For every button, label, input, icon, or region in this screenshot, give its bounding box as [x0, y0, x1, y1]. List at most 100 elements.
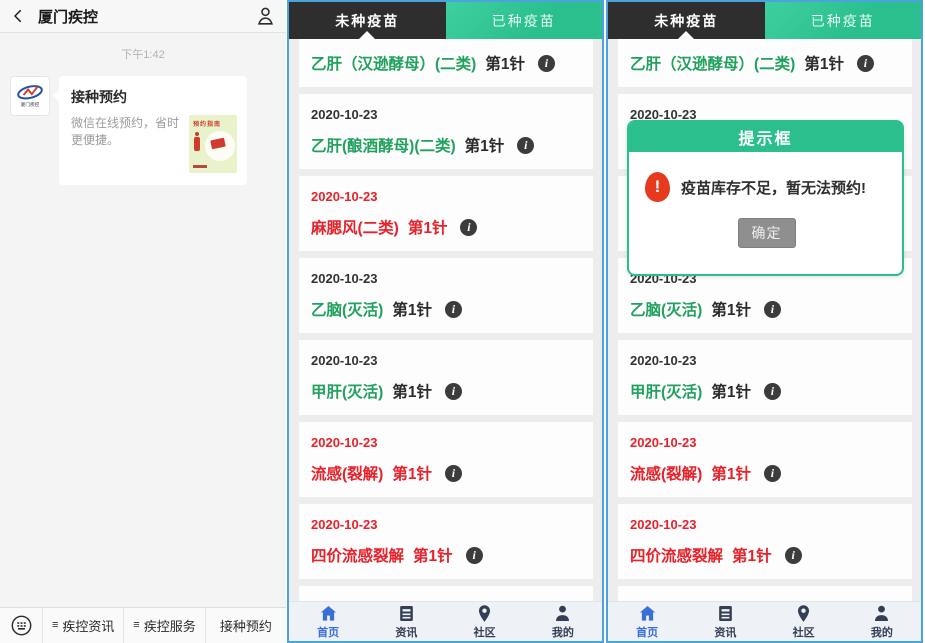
contact-person-icon[interactable] — [254, 5, 276, 27]
vaccine-card[interactable]: 2020-10-23 乙脑(灭活) 第1针 i — [299, 258, 593, 333]
alert-exclamation-icon: ! — [645, 172, 670, 202]
vaccine-name: 四价流感裂解 — [311, 544, 404, 566]
card-title: 接种预约 — [71, 87, 237, 107]
message-timestamp: 下午1:42 — [0, 34, 286, 62]
vaccine-name: 四价流感裂解 — [630, 544, 723, 566]
chat-title: 厦门疾控 — [38, 6, 254, 27]
card-body: 微信在线预约，省时更便捷。 预约指南 — [71, 115, 237, 173]
thumb-text: 预约指南 — [193, 119, 221, 128]
vaccine-card[interactable]: 2020-10-23 四价流感裂解第1针i — [618, 504, 912, 579]
menu-item-vaccination-appointment[interactable]: 接种预约 — [205, 608, 286, 643]
menu-item-cdc-services[interactable]: ≡ 疾控服务 — [123, 608, 204, 643]
vaccine-dose: 第1针 — [392, 462, 432, 484]
info-icon[interactable]: i — [517, 137, 534, 154]
vaccine-name-row: 流感(裂解) 第1针 i — [311, 462, 581, 484]
confirm-button[interactable]: 确定 — [738, 218, 796, 248]
modal-message-row: ! 疫苗库存不足，暂无法预约! — [645, 172, 888, 202]
vaccine-card[interactable]: 乙肝（汉逊酵母）(二类)第1针i — [299, 39, 593, 87]
info-icon[interactable]: i — [764, 465, 781, 482]
nav-label: 首页 — [636, 624, 658, 640]
nav-item-profile[interactable]: 我的 — [843, 604, 921, 640]
nav-item-news[interactable]: 资讯 — [686, 604, 764, 640]
cdc-avatar[interactable]: 厦门疾控 — [10, 76, 50, 116]
nav-item-community[interactable]: 社区 — [446, 604, 524, 640]
vaccine-name-row: 乙脑(灭活) 第1针 i — [311, 298, 581, 320]
nav-item-home[interactable]: 首页 — [608, 604, 686, 640]
location-pin-icon — [475, 604, 494, 623]
vaccine-dose: 第1针 — [711, 380, 751, 402]
nav-item-home[interactable]: 首页 — [289, 604, 367, 640]
thumb-bar — [193, 165, 207, 168]
vaccine-name: 乙肝（汉逊酵母）(二类) — [630, 52, 795, 74]
info-icon[interactable]: i — [764, 383, 781, 400]
vaccine-name-row: 流感(裂解)第1针i — [630, 462, 900, 484]
nav-label: 社区 — [474, 624, 496, 640]
vaccine-name: 甲肝(灭活) — [630, 380, 702, 402]
vaccine-card-partial — [299, 586, 593, 601]
vaccine-card[interactable]: 2020-10-23 流感(裂解)第1针i — [618, 422, 912, 497]
vaccine-name: 乙脑(灭活) — [311, 298, 383, 320]
info-icon[interactable]: i — [460, 219, 477, 236]
cdc-logo-icon: 厦门疾控 — [15, 83, 45, 109]
nav-label: 我的 — [871, 624, 893, 640]
chevron-left-icon — [10, 8, 26, 24]
vaccine-card[interactable]: 2020-10-23麻腮风(二类)第1针i — [299, 176, 593, 251]
vaccine-dose: 第1针 — [465, 134, 505, 156]
person-icon — [872, 604, 891, 623]
bottom-nav: 首页资讯 社区 我的 — [289, 601, 602, 641]
menu-label: 接种预约 — [220, 616, 272, 635]
vaccine-card[interactable]: 2020-10-23四价流感裂解第1针i — [299, 504, 593, 579]
vaccine-dose: 第1针 — [711, 298, 751, 320]
vaccine-name: 流感(裂解) — [311, 462, 383, 484]
submenu-icon: ≡ — [133, 620, 139, 631]
vaccine-date: 2020-10-23 — [311, 106, 581, 124]
vaccine-card[interactable]: 2020-10-23甲肝(灭活)第1针i — [299, 340, 593, 415]
message-row: 厦门疾控 接种预约 微信在线预约，省时更便捷。 预约指南 — [10, 76, 276, 185]
card-subtitle: 微信在线预约，省时更便捷。 — [71, 115, 183, 173]
nav-item-news[interactable]: 资讯 — [367, 604, 445, 640]
info-icon[interactable]: i — [785, 547, 802, 564]
vaccine-card[interactable]: 2020-10-23甲肝(灭活)第1针i — [618, 340, 912, 415]
nav-item-profile[interactable]: 我的 — [524, 604, 602, 640]
tab-vaccinated[interactable]: 已种疫苗 — [765, 2, 922, 39]
vaccine-card[interactable]: 乙肝（汉逊酵母）(二类) 第1针 i — [618, 39, 912, 87]
nav-label: 资讯 — [395, 624, 417, 640]
alert-modal: 提示框 ! 疫苗库存不足，暂无法预约! 确定 — [627, 120, 904, 276]
vaccine-date: 2020-10-23 — [311, 188, 581, 206]
menu-item-cdc-news[interactable]: ≡ 疾控资讯 — [42, 608, 123, 643]
vaccine-name: 流感(裂解) — [630, 462, 702, 484]
news-icon — [716, 604, 735, 623]
info-icon[interactable]: i — [466, 547, 483, 564]
vaccine-name-row: 乙脑(灭活) 第1针 i — [630, 298, 900, 320]
composite-screenshot: 厦门疾控 下午1:42 厦门疾控 接种预约 微信在线预约，省时更便捷 — [0, 0, 925, 643]
nav-item-community[interactable]: 社区 — [765, 604, 843, 640]
vaccine-name: 甲肝(灭活) — [311, 380, 383, 402]
vaccine-card[interactable]: 2020-10-23乙肝(酿酒酵母)(二类)第1针i — [299, 94, 593, 169]
info-icon[interactable]: i — [445, 465, 462, 482]
vaccine-dose: 第1针 — [804, 52, 844, 74]
info-icon[interactable]: i — [445, 301, 462, 318]
tab-vaccinated[interactable]: 已种疫苗 — [446, 2, 603, 39]
vaccine-date: 2020-10-23 — [630, 434, 900, 452]
info-icon[interactable]: i — [538, 55, 555, 72]
back-button[interactable] — [10, 6, 30, 26]
active-tab-pointer — [678, 31, 694, 39]
vaccine-name-row: 乙肝（汉逊酵母）(二类)第1针i — [311, 52, 581, 74]
info-icon[interactable]: i — [764, 301, 781, 318]
vaccine-dose: 第1针 — [408, 216, 448, 238]
keyboard-toggle-icon[interactable] — [0, 608, 42, 643]
info-icon[interactable]: i — [445, 383, 462, 400]
nav-label: 资讯 — [714, 624, 736, 640]
vaccine-name: 乙脑(灭活) — [630, 298, 702, 320]
modal-title: 提示框 — [629, 122, 902, 152]
vaccine-date: 2020-10-23 — [311, 270, 581, 288]
vaccine-date: 2020-10-23 — [311, 516, 581, 534]
chat-area: 下午1:42 厦门疾控 接种预约 微信在线预约，省时更便捷。 预约指南 — [0, 34, 286, 607]
vaccine-date: 2020-10-23 — [630, 516, 900, 534]
vaccine-card[interactable]: 2020-10-23流感(裂解)第1针i — [299, 422, 593, 497]
info-icon[interactable]: i — [857, 55, 874, 72]
vaccine-dose: 第1针 — [392, 298, 432, 320]
vaccine-name-row: 四价流感裂解第1针i — [630, 544, 900, 566]
tab-bar: 未种疫苗 已种疫苗 — [608, 2, 921, 39]
appointment-link-card[interactable]: 接种预约 微信在线预约，省时更便捷。 预约指南 — [59, 76, 247, 185]
